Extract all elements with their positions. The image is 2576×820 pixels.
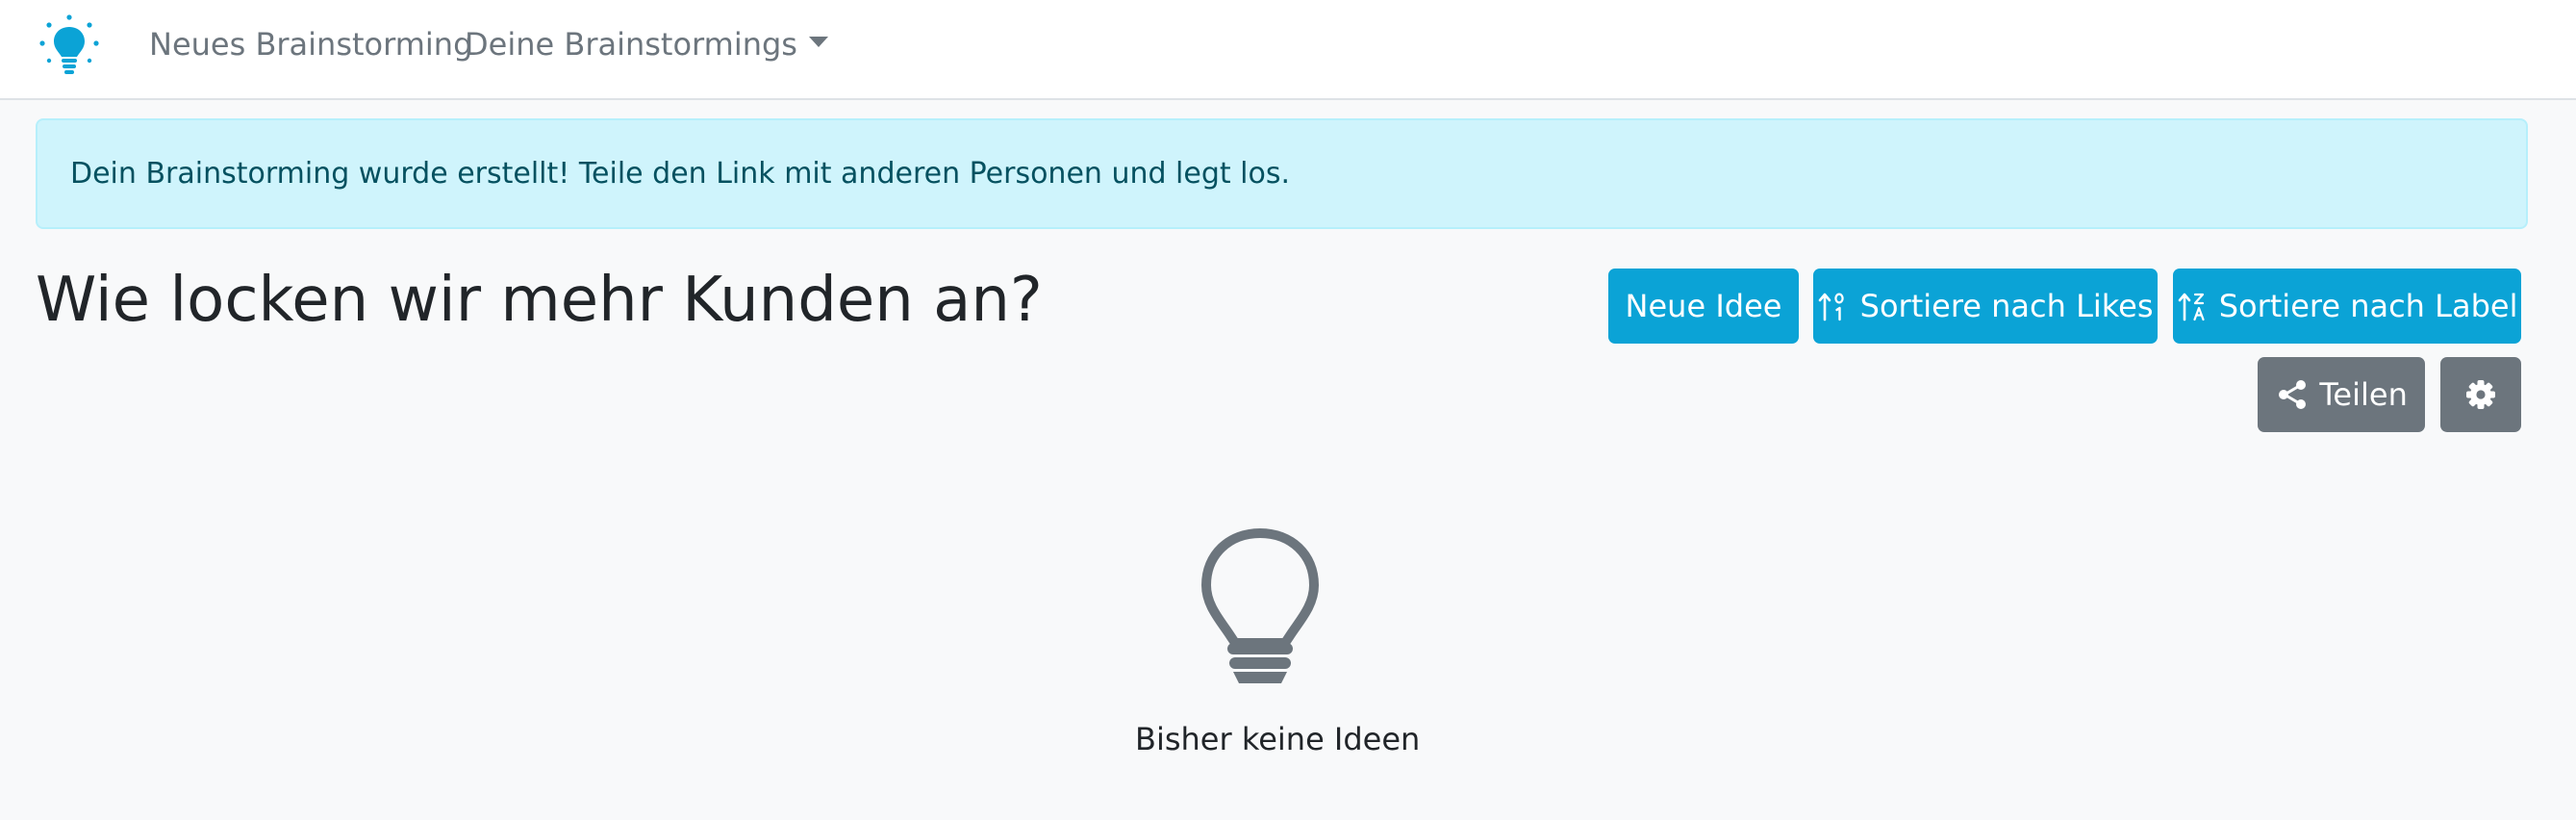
empty-state-lightbulb [1193,525,1327,687]
nav-your-brainstormings-dropdown[interactable]: Deine Brainstormings [465,25,828,64]
share-button[interactable]: Teilen [2258,357,2425,432]
sort-by-likes-button[interactable]: Sortiere nach Likes [1813,269,2158,344]
nav-your-brainstormings-label: Deine Brainstormings [465,26,797,63]
sort-by-likes-label: Sortiere nach Likes [1859,288,2154,324]
success-alert: Dein Brainstorming wurde erstellt! Teile… [36,118,2528,229]
sort-by-label-label: Sortiere nach Label [2218,288,2518,324]
new-idea-button[interactable]: Neue Idee [1608,269,1799,344]
settings-button[interactable] [2440,357,2521,432]
alert-message: Dein Brainstorming wurde erstellt! Teile… [70,157,1291,191]
share-label: Teilen [2319,376,2408,413]
brand-logo[interactable] [37,12,102,77]
caret-down-icon [808,37,828,47]
nav-new-brainstorming[interactable]: Neues Brainstorming [149,25,472,64]
lightbulb-icon [39,14,99,74]
lightbulb-outline-icon [1201,528,1319,683]
gear-icon [2466,380,2495,409]
empty-state-text: Bisher keine Ideen [1135,721,1421,757]
sort-by-label-button[interactable]: Sortiere nach Label [2173,269,2521,344]
navbar: Neues Brainstorming Deine Brainstormings [0,0,2576,100]
nav-new-brainstorming-label: Neues Brainstorming [149,26,473,63]
sort-alpha-icon [2178,293,2205,321]
page-title: Wie locken wir mehr Kunden an? [36,265,1043,336]
share-icon [2279,380,2307,409]
new-idea-label: Neue Idee [1625,288,1782,324]
sort-numeric-icon [1819,293,1845,321]
